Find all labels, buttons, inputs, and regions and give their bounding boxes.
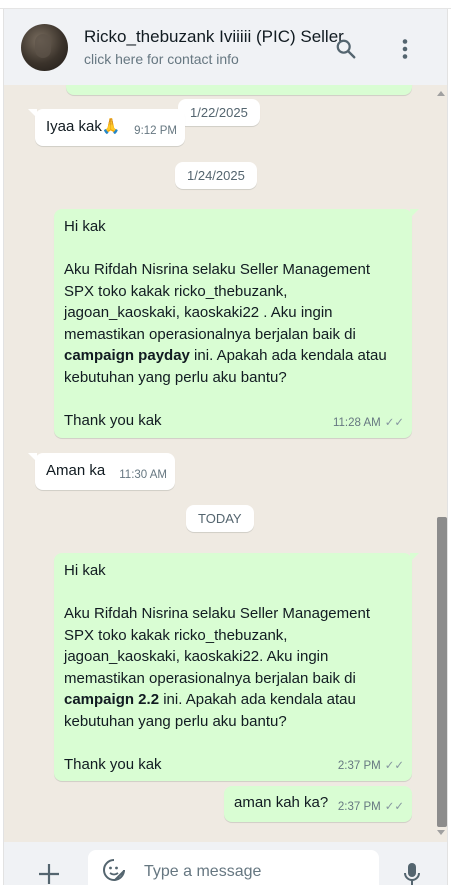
message-meta: 2:37 PM ✓✓ <box>338 797 404 819</box>
window-top-edge <box>0 0 451 9</box>
microphone-icon[interactable] <box>404 862 420 885</box>
message-bubble-partial[interactable]: 1:30 PM ✓✓ <box>66 85 412 95</box>
message-input[interactable] <box>144 863 344 881</box>
chat-window: Ricko_thebuzank Iviiiii (PIC) Seller cli… <box>3 0 448 885</box>
message-line: Aku Rifdah Nisrina selaku Seller Managem… <box>64 261 370 343</box>
bubble-tail <box>28 453 37 462</box>
date-separator: TODAY <box>186 505 254 532</box>
read-ticks-icon: ✓✓ <box>384 759 404 772</box>
message-line: Aku Rifdah Nisrina selaku Seller Managem… <box>64 605 370 687</box>
read-ticks-icon: ✓✓ <box>384 800 404 813</box>
read-ticks-icon: ✓✓ <box>385 85 404 93</box>
bubble-tail <box>28 109 37 118</box>
message-bold-text: campaign 2.2 <box>64 691 160 708</box>
message-text: Iyaa kak🙏 <box>46 118 121 135</box>
read-ticks-icon: ✓✓ <box>384 416 404 429</box>
message-bubble-outgoing[interactable]: aman kah ka? 2:37 PM ✓✓ <box>224 786 412 822</box>
message-meta: 11:28 AM ✓✓ <box>333 413 404 435</box>
kebab-menu-icon[interactable] <box>391 35 419 63</box>
chat-header[interactable]: Ricko_thebuzank Iviiiii (PIC) Seller cli… <box>4 9 447 85</box>
message-line: Hi kak <box>64 218 106 235</box>
message-paragraph: Aku Rifdah Nisrina selaku Seller Managem… <box>64 259 394 388</box>
message-meta: 9:12 PM <box>134 121 177 143</box>
plus-icon[interactable] <box>37 862 61 885</box>
message-time: 2:37 PM <box>337 800 381 813</box>
sticker-icon[interactable] <box>102 858 126 885</box>
bubble-tail <box>410 209 419 218</box>
scroll-down-arrow[interactable] <box>437 830 445 835</box>
message-list[interactable]: 1:30 PM ✓✓ 1/22/2025 Iyaa kak🙏 9:12 PM 1… <box>4 85 447 842</box>
message-time: 11:30 AM <box>119 468 167 481</box>
message-text: Hi kak Aku Rifdah Nisrina selaku Seller … <box>64 560 394 775</box>
message-bubble-outgoing[interactable]: Hi kak Aku Rifdah Nisrina selaku Seller … <box>54 553 419 781</box>
search-icon[interactable] <box>332 35 360 63</box>
scroll-up-arrow[interactable] <box>437 91 445 96</box>
date-separator: 1/22/2025 <box>178 99 260 126</box>
message-paragraph: Aku Rifdah Nisrina selaku Seller Managem… <box>64 603 394 732</box>
message-time: 9:12 PM <box>134 124 177 137</box>
message-bubble-incoming[interactable]: Iyaa kak🙏 9:12 PM <box>28 109 185 146</box>
message-time: 1:30 PM <box>338 85 381 93</box>
contact-name[interactable]: Ricko_thebuzank Iviiiii (PIC) Seller <box>84 27 344 47</box>
message-input-box[interactable] <box>88 850 379 885</box>
message-time: 11:28 AM <box>332 416 381 429</box>
contact-avatar[interactable] <box>21 23 68 71</box>
message-time: 2:37 PM <box>337 759 381 772</box>
contact-info-hint[interactable]: click here for contact info <box>84 51 344 67</box>
message-text: Hi kak Aku Rifdah Nisrina selaku Seller … <box>64 216 394 431</box>
message-meta: 1:30 PM ✓✓ <box>338 85 404 93</box>
bubble-tail <box>410 553 419 562</box>
message-text: aman kah ka? <box>234 794 329 811</box>
scrollbar-thumb[interactable] <box>437 517 447 827</box>
message-meta: 11:30 AM <box>119 465 167 487</box>
contact-info[interactable]: Ricko_thebuzank Iviiiii (PIC) Seller cli… <box>84 27 344 67</box>
message-bubble-outgoing[interactable]: Hi kak Aku Rifdah Nisrina selaku Seller … <box>54 209 419 438</box>
message-bubble-incoming[interactable]: Aman ka 11:30 AM <box>28 453 175 490</box>
message-text: Aman ka <box>46 462 106 479</box>
date-separator: 1/24/2025 <box>175 162 257 189</box>
message-line: Hi kak <box>64 562 106 579</box>
message-meta: 2:37 PM ✓✓ <box>338 756 404 778</box>
message-bold-text: campaign payday <box>64 347 190 364</box>
